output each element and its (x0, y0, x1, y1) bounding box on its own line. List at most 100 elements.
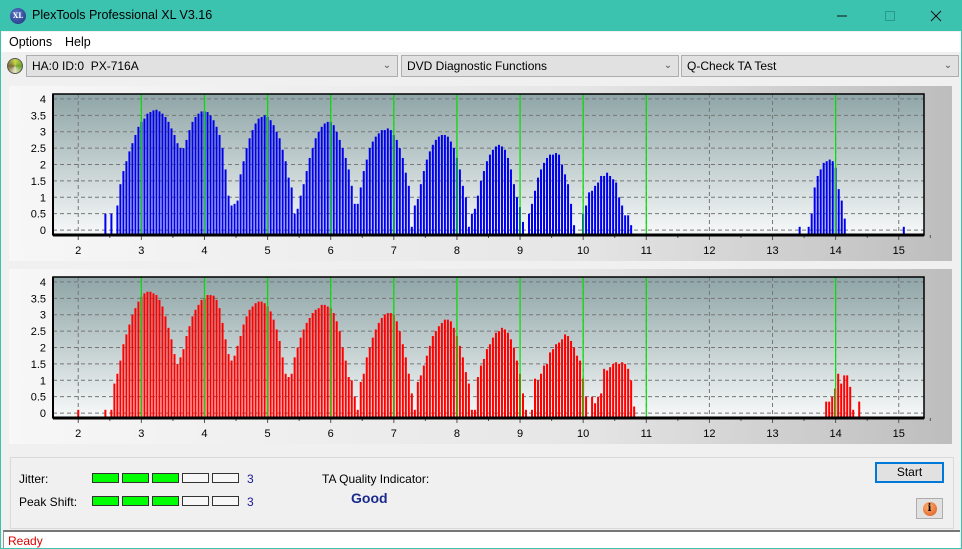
drive-select[interactable]: HA:0 ID:0 PX-716A ⌄ (26, 55, 398, 77)
histogram-bar (269, 311, 272, 418)
y-tick-label: 4 (40, 277, 46, 289)
histogram-bar (431, 144, 434, 235)
peak-shift-meter-segment (152, 496, 179, 506)
histogram-bar (500, 146, 503, 235)
histogram-bar (296, 347, 299, 418)
jitter-meter-segment (92, 473, 119, 483)
ta-quality-value: Good (351, 490, 388, 506)
histogram-bar (521, 393, 524, 418)
histogram-bar (299, 195, 302, 235)
histogram-bar (287, 177, 290, 235)
histogram-bar (317, 308, 320, 418)
histogram-bar (380, 317, 383, 418)
histogram-bar (425, 355, 428, 418)
histogram-bar (230, 205, 233, 235)
histogram-bar (624, 215, 627, 235)
close-button[interactable] (913, 1, 959, 31)
histogram-bar (594, 403, 597, 418)
histogram-bar (825, 401, 828, 418)
histogram-bar (215, 299, 218, 418)
jitter-label: Jitter: (19, 472, 49, 486)
y-tick-label: 4 (40, 94, 46, 106)
histogram-bar (122, 344, 125, 418)
histogram-bar (431, 336, 434, 418)
x-tick-label: 5 (265, 245, 271, 257)
x-tick-label: 4 (201, 245, 207, 257)
ta-quality-label: TA Quality Indicator: (322, 472, 430, 486)
histogram-bar (323, 123, 326, 235)
histogram-bar (320, 304, 323, 418)
info-icon: i (922, 501, 937, 516)
histogram-bar (594, 185, 597, 235)
histogram-bar (512, 184, 515, 235)
histogram-bar (230, 360, 233, 418)
histogram-bar (591, 396, 594, 418)
start-button[interactable]: Start (875, 462, 944, 483)
jitter-value: 3 (247, 472, 254, 486)
histogram-bar (131, 143, 134, 235)
minimize-button[interactable] (819, 1, 865, 31)
histogram-bar (558, 154, 561, 235)
peak-shift-meter-segment (92, 496, 119, 506)
histogram-bar (552, 154, 555, 235)
peak-shift-label: Peak Shift: (19, 495, 78, 509)
histogram-bar (819, 169, 822, 235)
function-group-select[interactable]: DVD Diagnostic Functions ⌄ (401, 55, 679, 77)
menu-options[interactable]: Options (9, 35, 52, 49)
histogram-bar (488, 154, 491, 235)
histogram-bar (215, 126, 218, 235)
test-select[interactable]: Q-Check TA Test ⌄ (681, 55, 959, 77)
menu-help[interactable]: Help (65, 35, 91, 49)
histogram-bar (585, 205, 588, 235)
histogram-bar (840, 383, 843, 418)
histogram-bar (185, 336, 188, 418)
histogram-bar (197, 113, 200, 235)
jitter-meter-segment (182, 473, 209, 483)
histogram-bar (419, 184, 422, 235)
y-tick-label: 2.5 (31, 326, 46, 338)
x-tick-label: 14 (830, 428, 842, 440)
histogram-bar (224, 169, 227, 235)
y-tick-label: 3 (40, 310, 46, 322)
histogram-bar (633, 406, 636, 418)
histogram-bar (281, 357, 284, 418)
histogram-bar (555, 344, 558, 418)
histogram-bar (603, 175, 606, 235)
histogram-bar (500, 327, 503, 418)
plextools-xl-logo-icon: XL (10, 8, 26, 24)
histogram-bar (299, 337, 302, 418)
histogram-bar (245, 316, 248, 418)
histogram-bar (440, 322, 443, 418)
x-tick-label: 2 (75, 428, 81, 440)
info-button[interactable]: i (916, 498, 943, 519)
histogram-bar (338, 139, 341, 235)
histogram-bar (437, 326, 440, 418)
histogram-bar (302, 329, 305, 418)
top-chart-panel: 0 0.5 1 1.5 2 2.5 3 3.5 4 2 3 4 5 6 7 8 9 10 11 12 13 14 15 (9, 86, 952, 261)
histogram-bar (239, 336, 242, 418)
histogram-bar (311, 148, 314, 235)
y-tick-label: 1.5 (31, 176, 46, 188)
histogram-bar (434, 331, 437, 418)
histogram-bar (254, 123, 257, 235)
maximize-button[interactable] (867, 1, 913, 31)
histogram-bar (314, 138, 317, 235)
histogram-bar (362, 373, 365, 418)
histogram-bar (365, 357, 368, 418)
histogram-bar (422, 365, 425, 418)
histogram-bar (479, 180, 482, 235)
menu-bar: Options Help (1, 32, 961, 52)
histogram-bar (555, 153, 558, 235)
histogram-bar (158, 299, 161, 418)
histogram-bar (146, 291, 149, 418)
x-tick-label: 4 (201, 428, 207, 440)
histogram-bar (621, 205, 624, 235)
histogram-bar (236, 345, 239, 418)
histogram-bar (543, 365, 546, 418)
histogram-bar (290, 187, 293, 235)
histogram-bar (305, 171, 308, 235)
histogram-bar (386, 313, 389, 418)
status-text: Ready (8, 534, 43, 548)
histogram-bar (597, 182, 600, 235)
histogram-bar (314, 309, 317, 418)
